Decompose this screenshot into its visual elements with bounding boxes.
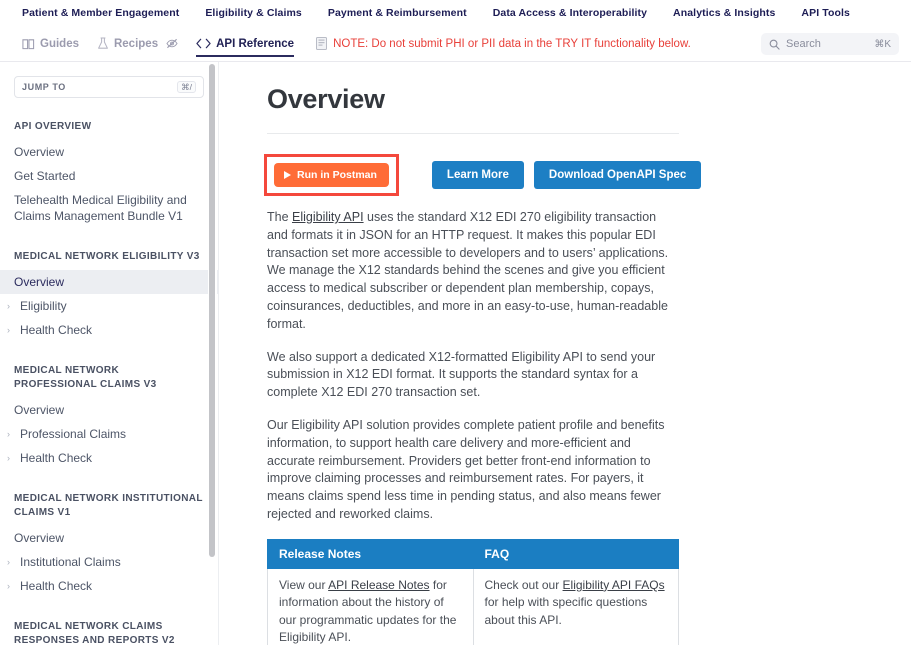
text-run: The	[267, 210, 293, 224]
note-text: NOTE: Do not submit PHI or PII data in t…	[333, 37, 691, 50]
chevron-right-icon: ›	[7, 581, 10, 591]
paragraph: The Eligibility API uses the standard X1…	[267, 209, 679, 334]
run-in-postman-button[interactable]: Run in Postman	[274, 163, 389, 187]
inline-link[interactable]: API Release Notes	[328, 578, 429, 592]
search-shortcut: ⌘K	[874, 38, 891, 50]
product-nav-item[interactable]: Patient & Member Engagement	[22, 7, 179, 19]
tab-label: API Reference	[216, 37, 295, 50]
text-run: View our	[279, 577, 329, 592]
play-icon	[284, 171, 291, 179]
learn-more-button[interactable]: Learn More	[431, 161, 524, 189]
chevron-right-icon: ›	[7, 557, 10, 567]
table-row: View our API Release Notes for informati…	[267, 567, 679, 645]
table-body: View our API Release Notes for informati…	[267, 567, 679, 645]
sidebar-section-title: MEDICAL NETWORK PROFESSIONAL CLAIMS V3	[14, 365, 157, 390]
action-button-row: Run in Postman Learn More Download OpenA…	[264, 154, 702, 196]
search-placeholder: Search	[786, 38, 821, 50]
sidebar: JUMP TO ⌘/ API OVERVIEW Overview Get Start…	[0, 62, 219, 645]
sidebar-item-get-started[interactable]: Get Started	[0, 164, 218, 188]
title-divider	[267, 133, 679, 134]
sidebar-section-title: MEDICAL NETWORK ELIGIBILITY V3	[14, 251, 200, 262]
chevron-right-icon: ›	[7, 429, 10, 439]
text-run: Our Eligibility API solution provides co…	[267, 417, 665, 521]
chevron-right-icon: ›	[7, 325, 10, 335]
flask-icon	[97, 37, 109, 50]
note-banner: NOTE: Do not submit PHI or PII data in t…	[316, 37, 691, 50]
sidebar-item-label: Institutional Claims	[20, 555, 121, 569]
tab-label: Recipes	[113, 37, 159, 50]
page-title: Overview	[267, 84, 385, 114]
table-header-row: Release Notes FAQ	[267, 538, 679, 569]
product-nav-item[interactable]: API Tools	[801, 7, 850, 19]
eye-slash-icon	[166, 38, 178, 49]
sidebar-item-overview[interactable]: Overview	[0, 270, 218, 294]
overview-paragraphs: The Eligibility API uses the standard X1…	[267, 209, 689, 524]
sidebar-scroll-pane: JUMP TO ⌘/ API OVERVIEW Overview Get Start…	[0, 62, 218, 645]
tab-api-reference[interactable]: API Reference	[196, 26, 294, 62]
sidebar-item-label: Health Check	[20, 451, 93, 465]
sidebar-item-overview[interactable]: Overview	[0, 526, 218, 550]
product-nav-item[interactable]: Payment & Reimbursement	[328, 7, 467, 19]
page-icon	[316, 37, 328, 50]
page-body: JUMP TO ⌘/ API OVERVIEW Overview Get Start…	[0, 62, 911, 645]
table-header-cell: FAQ	[472, 538, 679, 569]
inline-link[interactable]: Eligibility API	[292, 210, 364, 224]
sidebar-section-title: MEDICAL NETWORK CLAIMS RESPONSES AND REP…	[14, 621, 175, 645]
sidebar-item-label: Professional Claims	[20, 427, 127, 441]
chevron-right-icon: ›	[7, 453, 10, 463]
text-run: We also support a dedicated X12-formatte…	[267, 349, 656, 400]
sidebar-item-health-check[interactable]: › Health Check	[0, 318, 218, 342]
table-cell: View our API Release Notes for informati…	[267, 567, 474, 645]
tab-bar: Guides Recipes API Reference NOTE: Do not …	[0, 26, 911, 62]
text-run: uses the standard X12 EDI 270 eligibilit…	[267, 210, 669, 331]
table-header-cell: Release Notes	[267, 538, 474, 569]
sidebar-item-telehealth-medical-eligibility-and-claims-management-bundle-v1[interactable]: Telehealth Medical Eligibility and Claim…	[0, 188, 218, 228]
jump-to-placeholder: JUMP TO	[22, 82, 66, 92]
sidebar-scrollbar[interactable]	[208, 62, 217, 645]
table-cell: Check out our Eligibility API FAQs for h…	[472, 567, 679, 645]
sidebar-item-overview[interactable]: Overview	[0, 398, 218, 422]
sidebar-nav: API OVERVIEW Overview Get Started Telehealt…	[0, 120, 218, 645]
product-nav: Patient & Member Engagement Eligibility &…	[0, 0, 911, 26]
sidebar-item-eligibility[interactable]: › Eligibility	[0, 294, 218, 318]
postman-highlight-box: Run in Postman	[264, 154, 399, 196]
tab-label: Guides	[40, 37, 79, 50]
paragraph: Our Eligibility API solution provides co…	[267, 417, 679, 524]
inline-link[interactable]: Eligibility API FAQs	[563, 578, 665, 592]
code-brackets-icon	[196, 38, 211, 49]
product-nav-item[interactable]: Analytics & Insights	[673, 7, 775, 19]
info-table: Release Notes FAQ View our API Release No…	[267, 538, 679, 645]
sidebar-item-health-check[interactable]: › Health Check	[0, 574, 218, 598]
sidebar-item-label: Eligibility	[20, 299, 67, 313]
text-run: for help with specific questions about t…	[484, 595, 648, 627]
main-content: Overview Run in Postman Learn More Downl…	[219, 62, 911, 645]
search-icon	[769, 39, 780, 50]
sidebar-item-label: Health Check	[20, 579, 93, 593]
product-nav-item[interactable]: Eligibility & Claims	[205, 7, 302, 19]
book-icon	[22, 38, 35, 50]
paragraph: We also support a dedicated X12-formatte…	[267, 349, 679, 402]
chevron-right-icon: ›	[7, 301, 10, 311]
jump-to-input[interactable]: JUMP TO ⌘/	[14, 76, 204, 98]
sidebar-section-title: MEDICAL NETWORK INSTITUTIONAL CLAIMS V1	[14, 493, 203, 518]
sidebar-item-professional-claims[interactable]: › Professional Claims	[0, 422, 218, 446]
sidebar-scrollbar-thumb[interactable]	[209, 64, 215, 557]
sidebar-item-label: Health Check	[20, 323, 93, 337]
tab-recipes[interactable]: Recipes	[97, 26, 178, 62]
product-nav-item[interactable]: Data Access & Interoperability	[493, 7, 647, 19]
tab-guides[interactable]: Guides	[22, 26, 79, 62]
sidebar-item-health-check[interactable]: › Health Check	[0, 446, 218, 470]
run-in-postman-label: Run in Postman	[297, 169, 377, 181]
sidebar-item-institutional-claims[interactable]: › Institutional Claims	[0, 550, 218, 574]
sidebar-item-overview[interactable]: Overview	[0, 140, 218, 164]
sidebar-section-title: API OVERVIEW	[14, 121, 92, 132]
search-input[interactable]: Search ⌘K	[761, 33, 899, 55]
text-run: Check out our	[484, 577, 563, 592]
jump-to-shortcut: ⌘/	[177, 80, 196, 94]
download-openapi-spec-button[interactable]: Download OpenAPI Spec	[533, 161, 702, 189]
